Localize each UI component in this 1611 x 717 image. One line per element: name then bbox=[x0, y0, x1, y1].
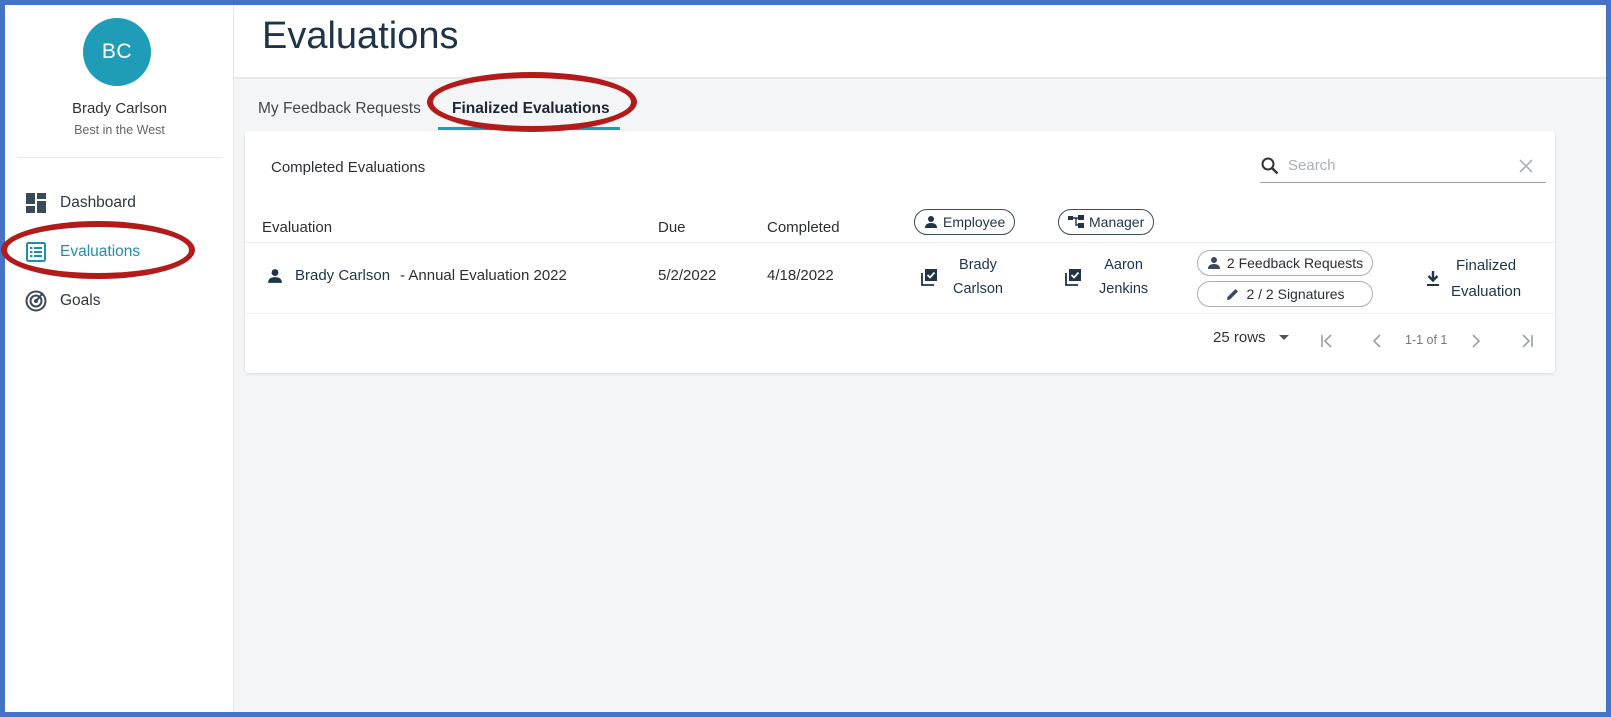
previous-page-button[interactable] bbox=[1366, 329, 1390, 353]
manager-signoff[interactable]: Aaron Jenkins bbox=[1063, 253, 1148, 301]
user-name: Brady Carlson bbox=[71, 100, 168, 117]
manager-filter-chip[interactable]: Manager bbox=[1058, 209, 1155, 235]
download-icon bbox=[1425, 270, 1441, 288]
completed-date: 4/18/2022 bbox=[767, 267, 834, 284]
header-divider bbox=[245, 242, 1555, 243]
caret-down-icon bbox=[1278, 334, 1290, 342]
chevron-right-icon bbox=[1467, 333, 1483, 349]
employee-last-name: Carlson bbox=[953, 281, 1003, 297]
sidebar-divider bbox=[17, 157, 222, 158]
tab-finalized-evaluations[interactable]: Finalized Evaluations bbox=[452, 89, 610, 129]
employee-signoff[interactable]: Brady Carlson bbox=[919, 253, 1003, 301]
page-title: Evaluations bbox=[262, 15, 459, 57]
sidebar-item-label: Dashboard bbox=[60, 194, 136, 211]
rows-per-page-value: 25 rows bbox=[1213, 329, 1266, 346]
dashboard-icon bbox=[25, 192, 47, 214]
person-icon bbox=[267, 268, 283, 284]
tab-bar: My Feedback Requests Finalized Evaluatio… bbox=[234, 89, 834, 133]
manager-first-name: Aaron bbox=[1104, 257, 1143, 273]
target-icon bbox=[25, 290, 47, 312]
tab-my-feedback-requests[interactable]: My Feedback Requests bbox=[258, 89, 421, 129]
chip-label: Manager bbox=[1089, 214, 1145, 230]
search-field bbox=[1260, 149, 1546, 183]
row-divider bbox=[245, 313, 1555, 314]
last-page-icon bbox=[1519, 333, 1535, 349]
employee-filter-chip[interactable]: Employee bbox=[914, 209, 1016, 235]
employee-first-name: Brady bbox=[959, 257, 997, 273]
clear-icon[interactable] bbox=[1518, 158, 1534, 174]
download-finalized-evaluation[interactable]: Finalized Evaluation bbox=[1425, 253, 1521, 305]
sidebar-item-label: Evaluations bbox=[60, 243, 141, 260]
evaluation-name: - Annual Evaluation 2022 bbox=[400, 267, 567, 284]
checked-box-icon bbox=[919, 267, 939, 287]
pill-label: 2 / 2 Signatures bbox=[1246, 286, 1345, 302]
employee-link[interactable]: Brady Carlson bbox=[295, 267, 390, 284]
main-content: Evaluations My Feedback Requests Finaliz… bbox=[234, 5, 1606, 712]
next-page-button[interactable] bbox=[1463, 329, 1487, 353]
finalized-label: Finalized bbox=[1456, 257, 1517, 274]
list-icon bbox=[25, 241, 47, 263]
sidebar-item-goals[interactable]: Goals bbox=[25, 286, 215, 316]
pencil-icon bbox=[1225, 287, 1240, 302]
sidebar: BC Brady Carlson Best in the West Dashbo… bbox=[5, 5, 234, 712]
sidebar-item-label: Goals bbox=[60, 292, 101, 309]
active-tab-indicator bbox=[438, 127, 620, 130]
person-icon bbox=[1207, 256, 1221, 270]
search-input[interactable] bbox=[1288, 157, 1498, 174]
first-page-button[interactable] bbox=[1315, 329, 1339, 353]
due-date: 5/2/2022 bbox=[658, 267, 717, 284]
org-chart-icon bbox=[1068, 215, 1084, 229]
chip-label: Employee bbox=[943, 214, 1006, 230]
last-page-button[interactable] bbox=[1515, 329, 1539, 353]
sidebar-item-dashboard[interactable]: Dashboard bbox=[25, 188, 215, 218]
signatures-button[interactable]: 2 / 2 Signatures bbox=[1197, 281, 1373, 307]
avatar[interactable]: BC bbox=[83, 18, 151, 86]
rows-per-page-select[interactable]: 25 rows bbox=[1213, 329, 1290, 346]
manager-last-name: Jenkins bbox=[1099, 281, 1149, 297]
sidebar-item-evaluations[interactable]: Evaluations bbox=[25, 237, 215, 267]
column-header-completed[interactable]: Completed bbox=[767, 215, 840, 239]
evaluations-card: Completed Evaluations Evaluation Due Com… bbox=[245, 131, 1555, 373]
evaluation-label: Evaluation bbox=[1451, 283, 1522, 300]
column-header-evaluation[interactable]: Evaluation bbox=[262, 215, 332, 239]
page-range: 1-1 of 1 bbox=[1405, 333, 1448, 347]
chevron-left-icon bbox=[1370, 333, 1386, 349]
page-header: Evaluations bbox=[234, 5, 1606, 79]
feedback-requests-button[interactable]: 2 Feedback Requests bbox=[1197, 250, 1373, 276]
evaluation-cell: Brady Carlson - Annual Evaluation 2022 bbox=[267, 267, 567, 284]
first-page-icon bbox=[1319, 333, 1335, 349]
column-header-due[interactable]: Due bbox=[658, 215, 686, 239]
search-icon[interactable] bbox=[1260, 156, 1280, 176]
pill-label: 2 Feedback Requests bbox=[1226, 255, 1364, 271]
user-subtitle: Best in the West bbox=[74, 123, 165, 137]
card-title: Completed Evaluations bbox=[271, 159, 426, 176]
person-icon bbox=[924, 215, 938, 229]
checked-box-icon bbox=[1063, 267, 1083, 287]
